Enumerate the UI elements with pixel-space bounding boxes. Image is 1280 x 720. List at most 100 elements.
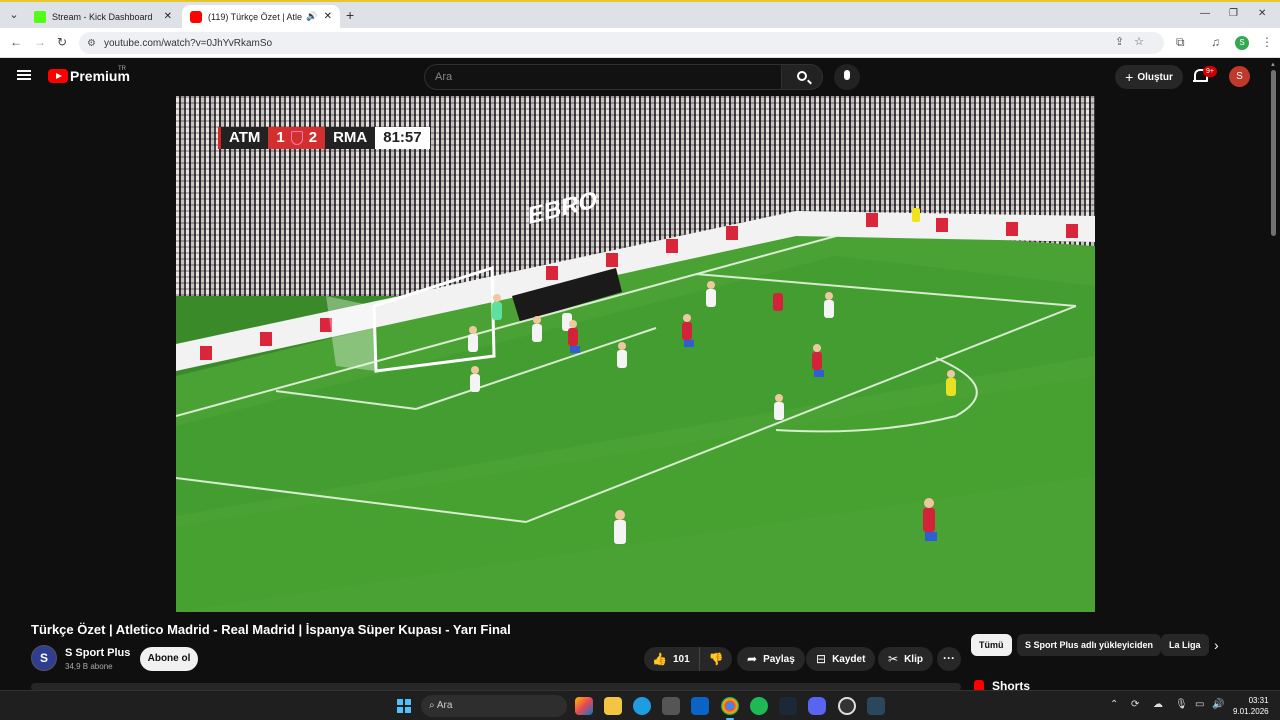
like-button[interactable]: 👍 101 [644, 647, 700, 671]
match-scorebug: ATM 1 2 RMA 81:57 [218, 127, 430, 149]
like-dislike-group: 👍 101 👎 [644, 647, 732, 671]
microphone-icon[interactable]: 🎙 [1175, 699, 1188, 710]
taskbar-search[interactable]: ⌕ Ara [421, 695, 567, 717]
steam-2-icon[interactable] [867, 697, 885, 715]
steam-icon[interactable] [779, 697, 797, 715]
chevron-right-icon[interactable]: › [1214, 637, 1219, 653]
site-info-icon[interactable]: ⚙ [87, 38, 96, 49]
tab-title: Stream - Kick Dashboard [52, 11, 153, 22]
forward-arrow-icon[interactable]: → [34, 35, 46, 49]
page-scrollbar[interactable] [1271, 70, 1276, 236]
address-bar[interactable]: ⚙ youtube.com/watch?v=0JhYvRkamSo ⇪☆ [79, 32, 1164, 54]
voice-search-mic-icon[interactable] [834, 64, 860, 90]
copilot-icon[interactable] [575, 697, 593, 715]
clip-label: Klip [904, 653, 923, 665]
plus-icon: + [1125, 69, 1134, 85]
home-score: 1 [276, 129, 285, 146]
speaker-icon[interactable]: 🔊 [306, 11, 317, 22]
region-code: TR [118, 66, 126, 72]
chip-la-liga[interactable]: La Liga [1161, 634, 1209, 656]
tab-kick-dashboard[interactable]: Stream - Kick Dashboard ✕ [26, 5, 180, 28]
create-label: Oluştur [1137, 71, 1173, 83]
youtube-logo-icon[interactable] [48, 69, 68, 83]
time: 03:31 [1248, 696, 1269, 705]
chip-all[interactable]: Tümü [971, 634, 1012, 656]
edge-browser-icon[interactable] [633, 697, 651, 715]
thumbs-up-icon: 👍 [652, 652, 667, 666]
subscriber-count: 34,9 B abone [65, 662, 113, 671]
search-icon [797, 71, 807, 81]
windows-taskbar: ⌕ Ara ⌃ ⟳ ☁ 🎙 ▭ 🔊 03:31 9.01.2026 [0, 690, 1280, 720]
new-tab-plus-icon[interactable]: + [346, 7, 354, 23]
save-label: Kaydet [832, 653, 866, 665]
share-label: Paylaş [763, 653, 795, 665]
discord-icon[interactable] [808, 697, 826, 715]
close-tab-icon[interactable]: ✕ [164, 11, 172, 22]
share-button[interactable]: ➦ Paylaş [737, 647, 805, 671]
date: 9.01.2026 [1233, 707, 1269, 716]
bookmark-star-icon[interactable]: ⇪☆ [1115, 35, 1154, 48]
tray-overflow-chevron-icon[interactable]: ⌃ [1110, 699, 1118, 710]
system-clock[interactable]: 03:31 9.01.2026 [1233, 695, 1269, 717]
trophy-crest-icon [290, 131, 303, 145]
away-team: RMA [325, 127, 376, 149]
channel-avatar[interactable] [31, 645, 57, 671]
dislike-button[interactable]: 👎 [700, 652, 732, 666]
chrome-icon[interactable] [721, 697, 739, 720]
url-text[interactable]: youtube.com/watch?v=0JhYvRkamSo [104, 38, 272, 49]
search-input[interactable]: Ara [424, 64, 782, 90]
browser-tab-strip: ⌄ Stream - Kick Dashboard ✕ (119) Türkçe… [0, 0, 1280, 28]
away-score: 2 [308, 129, 318, 146]
spotify-icon[interactable] [750, 697, 768, 715]
clip-button[interactable]: ✂ Klip [878, 647, 933, 671]
obs-icon[interactable] [838, 697, 856, 715]
notification-badge: 9+ [1203, 66, 1217, 77]
video-player[interactable]: EBRO ATM 1 2 RMA 81:57 [176, 96, 1095, 612]
youtube-favicon-icon [190, 10, 202, 23]
scissors-icon: ✂ [888, 652, 899, 666]
more-actions-icon[interactable]: ··· [937, 647, 961, 671]
profile-avatar[interactable]: S [1235, 36, 1249, 50]
minimize-icon[interactable]: — [1200, 8, 1210, 19]
home-team: ATM [218, 127, 269, 149]
kick-favicon-icon [34, 10, 46, 23]
close-window-icon[interactable]: ✕ [1258, 8, 1266, 19]
restore-icon[interactable]: ❐ [1229, 8, 1238, 19]
sponsor-board-text: EBRO [528, 186, 597, 230]
save-button[interactable]: ⊟ Kaydet [806, 647, 876, 671]
back-arrow-icon[interactable]: ← [10, 35, 22, 49]
account-avatar[interactable]: S [1229, 66, 1250, 87]
like-count: 101 [672, 653, 690, 665]
chip-from-uploader[interactable]: S Sport Plus adlı yükleyiciden [1017, 634, 1162, 656]
file-explorer-icon[interactable] [604, 697, 622, 715]
windows-start-icon[interactable] [397, 699, 411, 713]
tab-search-icon[interactable]: ⌄ [6, 7, 22, 23]
microsoft-store-icon[interactable] [662, 697, 680, 715]
football-pitch: EBRO [176, 186, 1095, 612]
hamburger-menu-icon[interactable] [17, 70, 31, 80]
sync-icon[interactable]: ⟳ [1131, 699, 1139, 710]
bookmark-icon: ⊟ [816, 652, 827, 666]
subscribe-button[interactable]: Abone ol [140, 647, 198, 671]
search-button[interactable] [781, 64, 823, 90]
video-title: Türkçe Özet | Atletico Madrid - Real Mad… [31, 622, 511, 637]
tab-youtube-video[interactable]: (119) Türkçe Özet | Atletico 🔊 ✕ [182, 5, 340, 28]
create-button[interactable]: + Oluştur [1115, 65, 1183, 89]
score: 1 2 [268, 127, 326, 149]
close-tab-icon[interactable]: ✕ [324, 11, 332, 22]
extensions-icon[interactable]: ⧉ [1176, 35, 1185, 50]
thumbs-down-icon: 👎 [708, 652, 724, 666]
channel-name[interactable]: S Sport Plus [65, 647, 130, 659]
tab-title: (119) Türkçe Özet | Atletico [208, 11, 303, 22]
taskbar-search-placeholder: Ara [436, 700, 453, 711]
onedrive-icon[interactable]: ☁ [1153, 699, 1163, 710]
outlook-icon[interactable] [691, 697, 709, 715]
media-controls-icon[interactable]: ♫ [1211, 35, 1220, 49]
youtube-header: Premium TR Ara + Oluştur 9+ S [0, 58, 1280, 96]
menu-kebab-icon[interactable]: ⋮ [1261, 35, 1273, 49]
reload-icon[interactable]: ↻ [57, 35, 67, 49]
scroll-up-arrow-icon[interactable]: ▲ [1270, 62, 1276, 68]
volume-icon[interactable]: 🔊 [1212, 699, 1224, 710]
share-arrow-icon: ➦ [747, 652, 758, 666]
display-icon[interactable]: ▭ [1195, 699, 1204, 710]
